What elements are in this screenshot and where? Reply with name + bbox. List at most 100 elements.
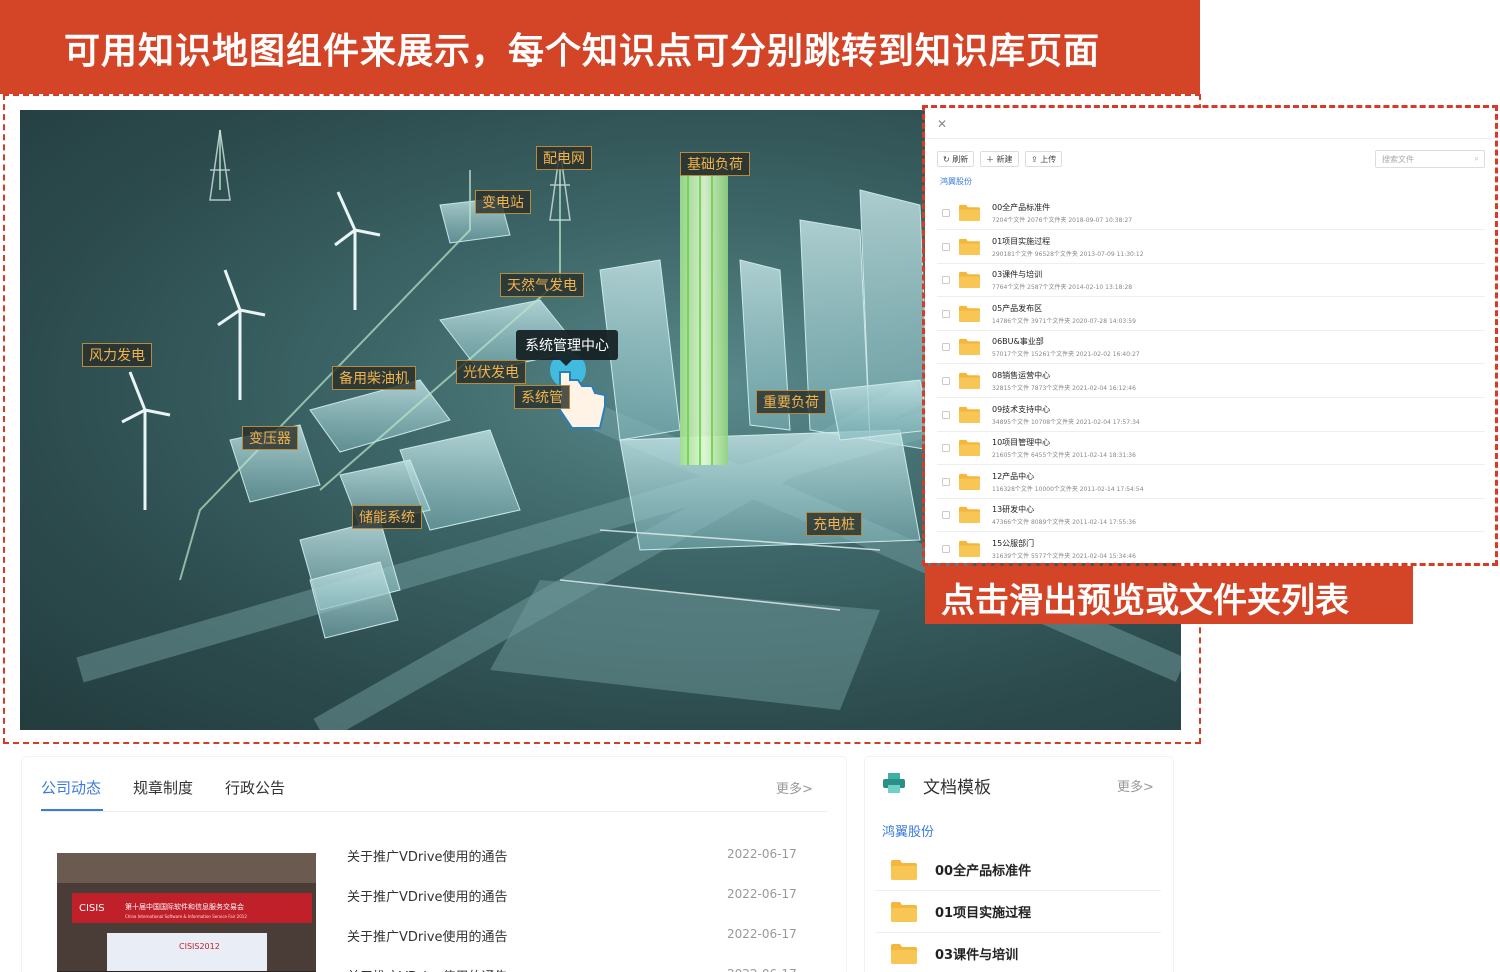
news-item-title[interactable]: 关于推广VDrive使用的通告 — [347, 846, 508, 865]
news-image[interactable]: CISIS 第十届中国国际软件和信息服务交易会 China Internatio… — [57, 853, 316, 972]
plus-icon: ＋ — [986, 155, 997, 164]
upload-button[interactable]: ⇪ 上传 — [1025, 151, 1063, 167]
row-checkbox[interactable] — [942, 276, 950, 285]
folder-icon — [959, 372, 980, 389]
panel-folder-row[interactable]: 15公服部门 31639个文件 5577个文件夹 2021-02-04 15:34… — [937, 533, 1485, 563]
tab-regulations[interactable]: 规章制度 — [133, 777, 193, 798]
news-item-date: 2022-06-17 — [727, 847, 797, 861]
folder-icon — [959, 305, 980, 322]
row-checkbox[interactable] — [942, 477, 950, 486]
panel-folder-row[interactable]: 13研发中心 47366个文件 8089个文件夹 2011-02-14 17:55… — [937, 499, 1485, 533]
folder-meta: 7204个文件 2076个文件夹 2018-09-07 10:38:27 — [992, 217, 1133, 224]
annotation-banner-top-text: 可用知识地图组件来展示，每个知识点可分别跳转到知识库页面 — [64, 31, 1101, 72]
exhibition-title: 第十届中国国际软件和信息服务交易会 — [125, 902, 244, 911]
news-item-date: 2022-06-17 — [727, 927, 797, 941]
folder-icon — [959, 540, 980, 557]
docs-folder-row[interactable]: 03课件与培训 — [875, 933, 1161, 972]
folder-meta: 21605个文件 6455个文件夹 2011-02-14 18:31:36 — [992, 452, 1136, 460]
news-item-title[interactable]: 关于推广VDrive使用的通告 — [347, 886, 508, 905]
folder-name: 05产品发布区 — [992, 303, 1043, 313]
folder-icon — [959, 506, 980, 524]
folder-icon — [959, 473, 980, 490]
panel-breadcrumb[interactable]: 鸿翼股份 — [940, 176, 972, 187]
docs-folder-name: 01项目实施过程 — [935, 906, 1032, 921]
new-button[interactable]: ＋ 新建 — [980, 151, 1019, 167]
exhibition-logo: CISIS — [79, 903, 105, 914]
doc-templates-title: 文档模板 — [923, 778, 991, 798]
folder-icon — [891, 859, 917, 880]
exhibition-photo: CISIS 第十届中国国际软件和信息服务交易会 China Internatio… — [57, 853, 316, 972]
panel-folder-row[interactable]: 09技术支持中心 34895个文件 10708个文件夹 2021-02-04 17… — [937, 399, 1485, 432]
panel-folder-row[interactable]: 06BU&事业部 57017个文件 15261个文件夹 2021-02-02 16… — [937, 331, 1485, 365]
docs-folder-name: 03课件与培训 — [935, 948, 1019, 963]
panel-folder-row[interactable]: 01项目实施过程 290181个文件 96528个文件夹 2013-07-09 1… — [937, 231, 1485, 264]
row-checkbox[interactable] — [942, 209, 950, 217]
tab-company-news[interactable]: 公司动态 — [41, 777, 101, 798]
news-item-date: 2022-06-17 — [727, 887, 797, 901]
folder-name: 09技术支持中心 — [992, 404, 1051, 414]
folder-name: 01项目实施过程 — [992, 236, 1051, 246]
news-item-title[interactable]: 关于推广VDrive使用的通告 — [347, 926, 508, 945]
row-checkbox[interactable] — [942, 309, 950, 318]
row-checkbox[interactable] — [942, 377, 950, 385]
row-checkbox[interactable] — [942, 444, 950, 453]
news-item-title[interactable]: 关于推广VDrive使用的通告 — [347, 966, 508, 972]
panel-divider — [925, 138, 1495, 139]
search-icon: ⌕ — [1474, 154, 1479, 163]
folder-name: 03课件与培训 — [992, 270, 1043, 280]
row-checkbox[interactable] — [942, 511, 950, 520]
docs-more-link[interactable]: 更多> — [1117, 776, 1154, 795]
news-more-link[interactable]: 更多> — [776, 778, 813, 797]
news-divider — [41, 811, 827, 812]
row-checkbox[interactable] — [942, 242, 950, 251]
folder-icon — [959, 204, 980, 221]
panel-folder-row[interactable]: 05产品发布区 14786个文件 3971个文件夹 2020-07-28 14:0… — [937, 298, 1485, 331]
annotation-banner-panel-text: 点击滑出预览或文件夹列表 — [941, 581, 1349, 621]
row-checkbox[interactable] — [942, 410, 950, 419]
folder-name: 00全产品标准件 — [992, 203, 1051, 212]
folder-meta: 47366个文件 8089个文件夹 2011-02-14 17:55:36 — [992, 519, 1136, 527]
docs-folder-name: 00全产品标准件 — [935, 864, 1032, 879]
annotation-banner-panel: 点击滑出预览或文件夹列表 — [925, 566, 1413, 624]
printer-icon — [883, 773, 905, 793]
folder-icon — [959, 439, 980, 457]
folder-icon — [959, 338, 980, 356]
folder-meta: 14786个文件 3971个文件夹 2020-07-28 14:03:59 — [992, 317, 1136, 325]
folder-icon — [891, 901, 917, 922]
panel-folder-row[interactable]: 10项目管理中心 21605个文件 6455个文件夹 2011-02-14 18:… — [937, 432, 1485, 466]
exhibition-subtitle: China International Software & Informati… — [125, 914, 247, 919]
news-card: 公司动态 规章制度 行政公告 更多> CISIS 第十届中国国际软件和信息服务交… — [22, 757, 846, 972]
folder-slide-panel[interactable]: ✕ ↻ 刷新 ＋ 新建 ⇪ 上传 搜索文件 ⌕ 鸿翼股份 00全产品标准件 720… — [925, 108, 1495, 563]
page: 可用知识地图组件来展示，每个知识点可分别跳转到知识库页面 配电网 基础负荷 变电… — [0, 0, 1500, 972]
folder-meta: 290181个文件 96528个文件夹 2013-07-09 11:30:12 — [992, 250, 1144, 258]
folder-icon — [959, 238, 980, 255]
refresh-icon: ↻ — [943, 155, 953, 164]
upload-icon: ⇪ — [1031, 155, 1041, 164]
folder-name: 13研发中心 — [992, 505, 1035, 515]
news-item-date: 2022-06-17 — [727, 967, 797, 972]
close-icon[interactable]: ✕ — [937, 117, 947, 131]
annotation-banner-top: 可用知识地图组件来展示，每个知识点可分别跳转到知识库页面 — [0, 0, 1200, 94]
panel-search-input[interactable]: 搜索文件 ⌕ — [1375, 150, 1485, 168]
folder-icon — [891, 943, 917, 964]
panel-folder-row[interactable]: 08销售运营中心 32815个文件 7873个文件夹 2021-02-04 16:… — [937, 365, 1485, 398]
panel-folder-row[interactable]: 12产品中心 116328个文件 10000个文件夹 2011-02-14 17:… — [937, 466, 1485, 499]
folder-meta: 7764个文件 2587个文件夹 2014-02-10 13:18:28 — [992, 284, 1133, 292]
folder-meta: 116328个文件 10000个文件夹 2011-02-14 17:54:54 — [992, 485, 1144, 493]
exhibition-year-logo: CISIS2012 — [179, 942, 220, 951]
panel-folder-row[interactable]: 03课件与培训 7764个文件 2587个文件夹 2014-02-10 13:18… — [937, 264, 1485, 298]
tab-admin-notices[interactable]: 行政公告 — [225, 777, 285, 798]
folder-name: 10项目管理中心 — [992, 438, 1051, 448]
docs-folder-row[interactable]: 00全产品标准件 — [875, 849, 1161, 891]
row-checkbox[interactable] — [942, 545, 950, 553]
folder-name: 08销售运营中心 — [992, 371, 1051, 380]
folder-icon — [959, 406, 980, 423]
folder-icon — [959, 271, 980, 289]
folder-meta: 31639个文件 5577个文件夹 2021-02-04 15:34:46 — [992, 553, 1136, 560]
doc-templates-card: 文档模板 更多> 鸿翼股份 00全产品标准件 01项目实施过程 03课件与培训 — [865, 757, 1173, 972]
panel-folder-row[interactable]: 00全产品标准件 7204个文件 2076个文件夹 2018-09-07 10:3… — [937, 197, 1485, 230]
docs-breadcrumb[interactable]: 鸿翼股份 — [882, 821, 934, 840]
row-checkbox[interactable] — [942, 343, 950, 352]
docs-folder-row[interactable]: 01项目实施过程 — [875, 891, 1161, 933]
refresh-button[interactable]: ↻ 刷新 — [937, 151, 975, 167]
